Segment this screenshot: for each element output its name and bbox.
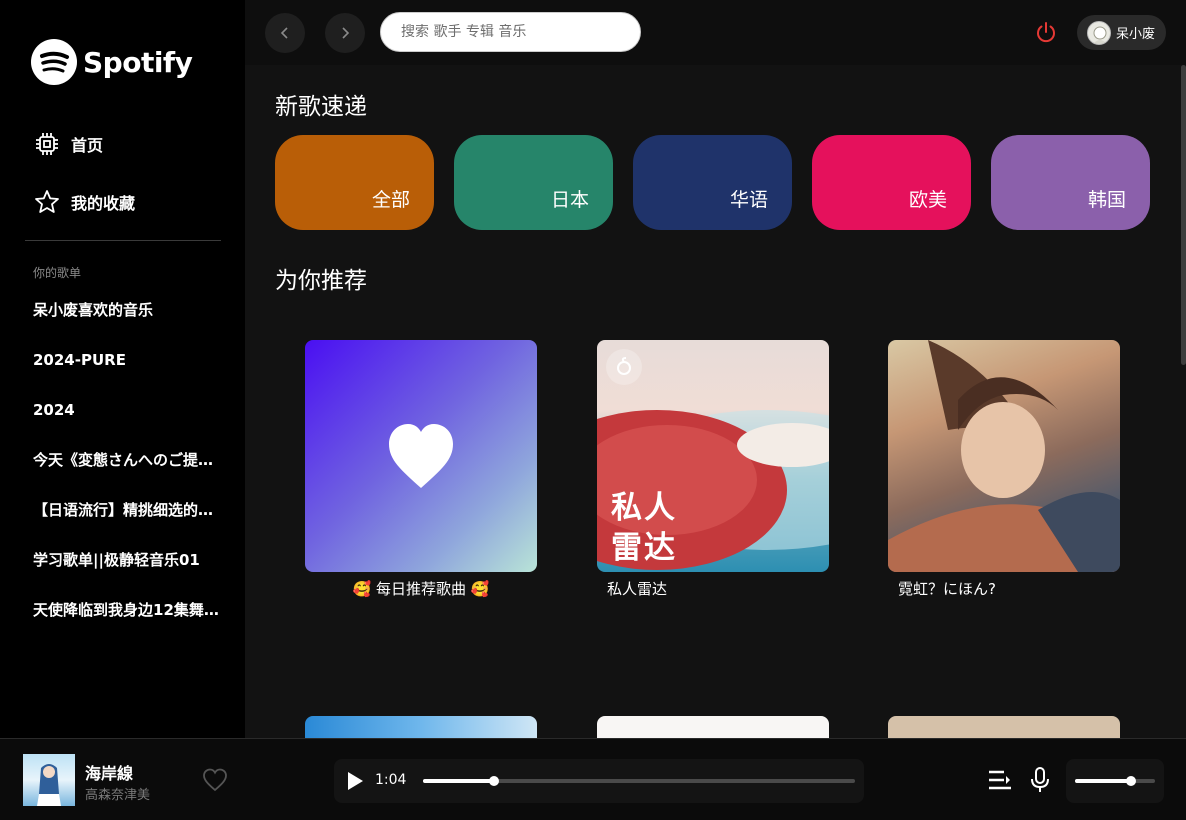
song-title: 海岸線 <box>85 764 134 783</box>
microphone-icon <box>1031 767 1049 792</box>
avatar <box>1087 20 1111 45</box>
sidebar-divider <box>25 240 221 241</box>
lyrics-button[interactable] <box>1030 766 1050 794</box>
card-neon-japan[interactable]: 霓虹？にほん? <box>888 340 1120 599</box>
anime-cover <box>888 340 1120 572</box>
genre-korean[interactable]: 韩国 <box>991 135 1150 230</box>
queue-icon <box>989 770 1011 790</box>
genre-label: 日本 <box>550 189 589 211</box>
song-artist[interactable]: 高森奈津美 <box>85 784 150 803</box>
card-daily-recommend[interactable]: 🥰 每日推荐歌曲 🥰 <box>305 340 537 599</box>
genre-label: 华语 <box>729 189 768 211</box>
daily-cover <box>305 340 537 572</box>
progress-bar[interactable] <box>423 776 855 786</box>
current-time: 1:04 <box>375 772 407 788</box>
scrollbar[interactable] <box>1181 65 1186 365</box>
chevron-left-icon <box>280 27 288 39</box>
genre-western[interactable]: 欧美 <box>812 135 971 230</box>
sidebar: Spotify 首页 我的收藏 你的歌单 呆小废喜欢的音乐 2024-PURE … <box>0 0 245 738</box>
playlist-item[interactable]: 呆小废喜欢的音乐 <box>0 296 245 346</box>
like-button[interactable] <box>201 766 229 794</box>
power-icon <box>1037 22 1055 43</box>
netease-logo-icon <box>606 349 642 385</box>
volume-handle[interactable] <box>1126 776 1136 786</box>
volume-slider[interactable] <box>1075 776 1155 786</box>
playlist-item[interactable]: 【日语流行】精挑细选的… <box>0 496 245 546</box>
chevron-right-icon <box>342 27 350 39</box>
genre-japan[interactable]: 日本 <box>454 135 613 230</box>
playlist-item[interactable]: 学习歌单||极静轻音乐01 <box>0 546 245 596</box>
card-cover-partial[interactable] <box>597 716 829 738</box>
playlist-item[interactable]: 今天《変態さんへのご提… <box>0 446 245 496</box>
progress-handle[interactable] <box>489 776 500 786</box>
search-box <box>380 12 641 52</box>
card-private-radar[interactable]: 私人 雷达 私人雷达 <box>597 340 829 599</box>
power-button[interactable] <box>1034 20 1058 44</box>
username: 呆小废 <box>1116 27 1156 42</box>
genre-all[interactable]: 全部 <box>275 135 434 230</box>
playlist-item[interactable]: 2024-PURE <box>0 346 245 396</box>
chip-icon <box>33 130 61 158</box>
queue-button[interactable] <box>988 769 1012 791</box>
genre-chinese[interactable]: 华语 <box>633 135 792 230</box>
now-playing-cover[interactable] <box>23 754 75 806</box>
search-input[interactable] <box>401 24 621 40</box>
genre-label: 欧美 <box>908 189 947 211</box>
genre-label: 全部 <box>371 189 410 211</box>
forward-button[interactable] <box>325 13 365 53</box>
play-button[interactable] <box>344 770 366 792</box>
card-caption: 🥰 每日推荐歌曲 🥰 <box>352 580 490 598</box>
playlist-list: 呆小废喜欢的音乐 2024-PURE 2024 今天《変態さんへのご提… 【日语… <box>0 296 245 646</box>
brand-name: Spotify <box>83 45 193 79</box>
genre-label: 韩国 <box>1087 189 1126 211</box>
playback-controls: 1:04 <box>334 759 864 803</box>
spotify-logo-icon <box>31 39 77 85</box>
user-menu[interactable]: 呆小废 <box>1077 15 1166 50</box>
playlist-section-label: 你的歌单 <box>33 266 82 280</box>
volume-fill <box>1075 779 1131 783</box>
player-bar: 海岸線 高森奈津美 1:04 <box>0 738 1186 820</box>
spotify-logo[interactable]: Spotify <box>31 39 193 85</box>
recommend-title: 为你推荐 <box>275 268 367 294</box>
card-cover-partial[interactable] <box>305 716 537 738</box>
card-caption: 霓虹？にほん? <box>898 580 996 598</box>
radar-cover: 私人 雷达 <box>597 340 829 572</box>
card-caption: 私人雷达 <box>607 580 668 598</box>
topbar: 呆小废 <box>245 0 1186 65</box>
volume-control <box>1066 759 1164 803</box>
radar-cover-text: 私人 雷达 <box>611 490 677 566</box>
nav-home[interactable]: 首页 <box>33 130 103 158</box>
main-content: 新歌速递 全部 日本 华语 欧美 韩国 为你推荐 🥰 每日推荐歌曲 🥰 私人 雷… <box>245 65 1186 738</box>
play-icon <box>348 772 363 790</box>
progress-fill <box>423 779 495 783</box>
nav-favorites[interactable]: 我的收藏 <box>33 188 135 216</box>
new-songs-title: 新歌速递 <box>275 94 367 120</box>
star-icon <box>33 188 61 216</box>
nav-favorites-label: 我的收藏 <box>71 194 136 213</box>
playlist-item[interactable]: 2024 <box>0 396 245 446</box>
back-button[interactable] <box>265 13 305 53</box>
heart-outline-icon <box>203 768 227 792</box>
heart-icon <box>389 424 453 488</box>
playlist-item[interactable]: 天使降临到我身边12集舞… <box>0 596 245 646</box>
nav-home-label: 首页 <box>71 136 104 155</box>
card-cover-partial[interactable] <box>888 716 1120 738</box>
